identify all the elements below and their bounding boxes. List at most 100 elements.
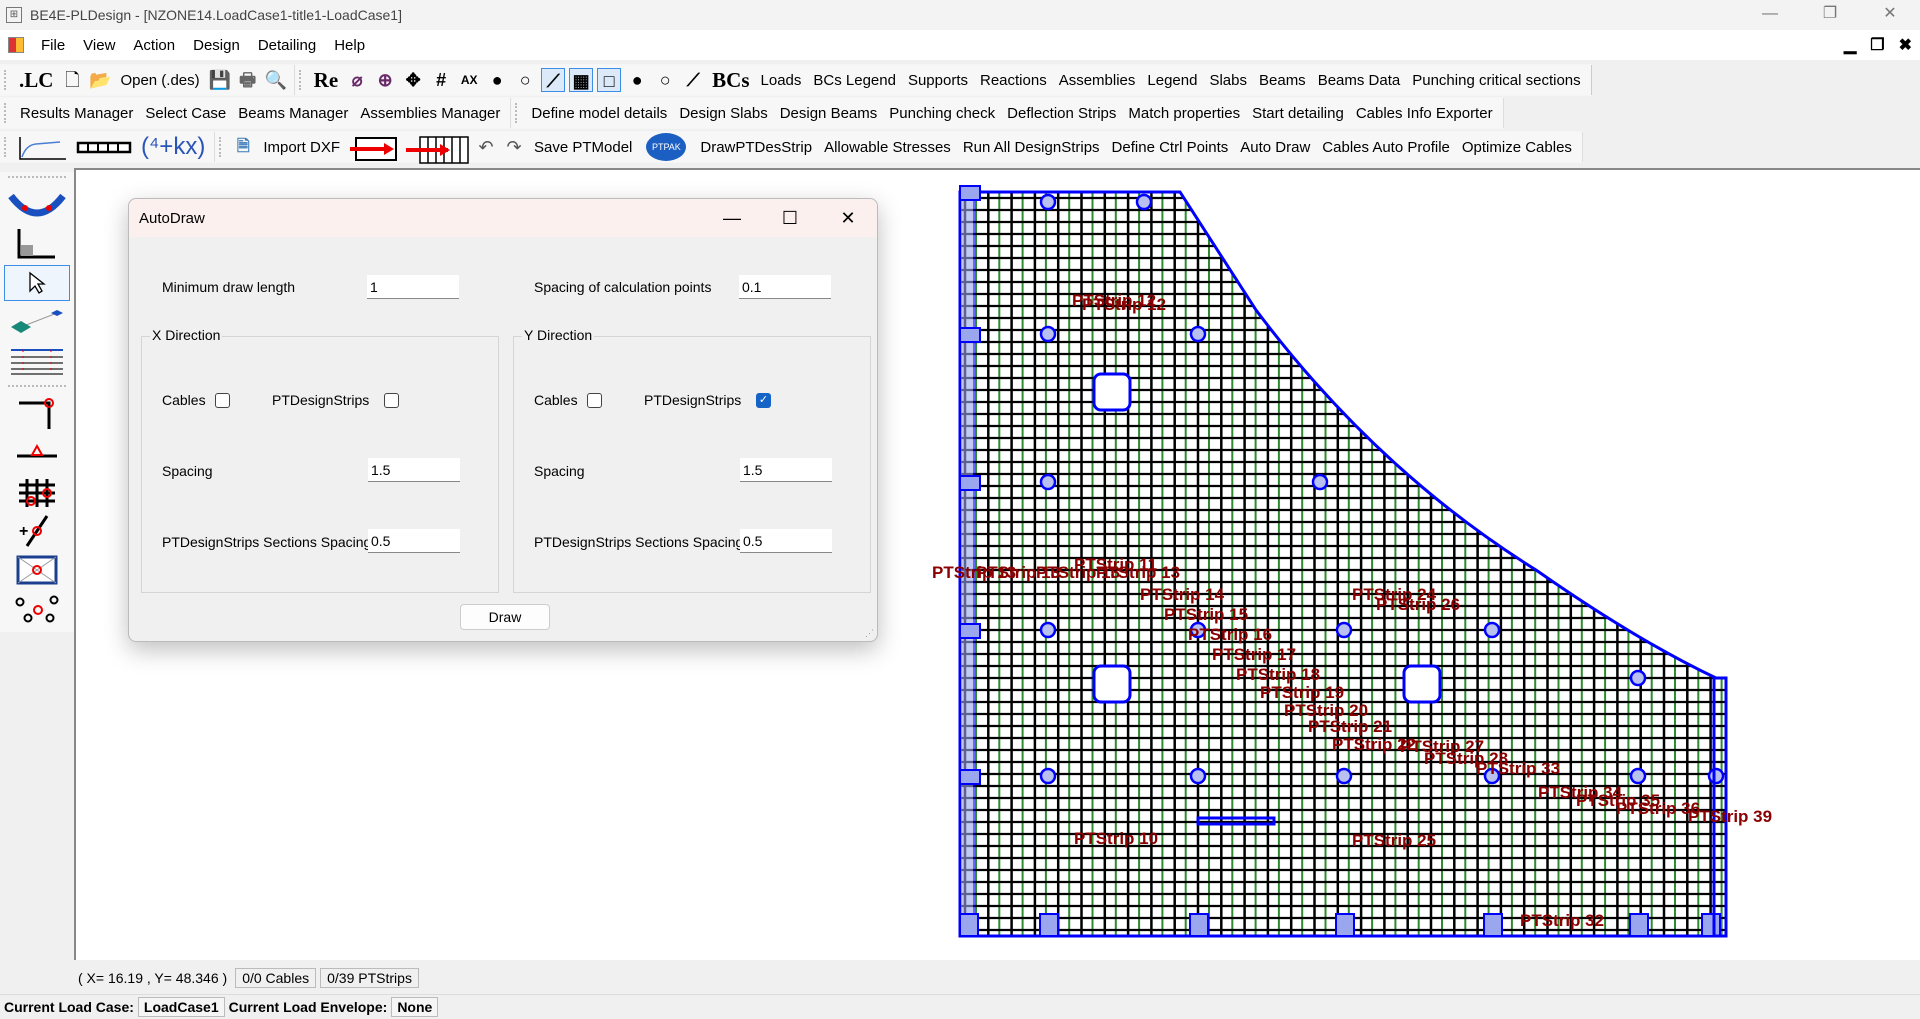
points-tool[interactable]	[4, 591, 70, 627]
close-button[interactable]: ✕	[1860, 0, 1920, 30]
slabs-button[interactable]: Slabs	[1203, 72, 1253, 89]
auto-draw-button[interactable]: Auto Draw	[1234, 139, 1316, 156]
undo-icon[interactable]: ↶	[474, 135, 498, 159]
start-detailing-button[interactable]: Start detailing	[1246, 105, 1350, 122]
import-dxf-button[interactable]: Import DXF	[257, 139, 346, 156]
mdi-minimize-button[interactable]: ▁	[1844, 35, 1856, 55]
punching-critical-sections-button[interactable]: Punching critical sections	[1406, 72, 1586, 89]
hollow-column-check-icon[interactable]: ○	[513, 68, 537, 92]
pan-icon[interactable]: ✥	[401, 68, 425, 92]
min-draw-length-input[interactable]	[367, 275, 459, 299]
results-manager-button[interactable]: Results Manager	[14, 105, 139, 122]
formula-button[interactable]: (⁴+kx)	[136, 133, 210, 161]
strips-tool[interactable]	[4, 343, 70, 379]
assemblies-manager-button[interactable]: Assemblies Manager	[354, 105, 506, 122]
zoom-extents-icon[interactable]: ⌀	[345, 68, 369, 92]
redraw-button[interactable]: Re	[309, 68, 344, 93]
grid-icon[interactable]: #	[429, 68, 453, 92]
toolbar-grip[interactable]	[4, 70, 8, 90]
x-spacing-input[interactable]	[368, 458, 460, 482]
menu-help[interactable]: Help	[325, 37, 374, 54]
opening-check-icon[interactable]: □	[597, 68, 622, 92]
x-cables-checkbox[interactable]	[215, 393, 230, 408]
wall-hash-icon[interactable]: ⟋	[681, 68, 705, 92]
strip-arrow-icon[interactable]	[348, 135, 400, 161]
slab-region-tool[interactable]	[4, 552, 70, 588]
slab-check-icon[interactable]: ▦	[569, 68, 594, 92]
toolbar-grip[interactable]	[4, 103, 8, 123]
x-strips-checkbox[interactable]	[384, 393, 399, 408]
supports-button[interactable]: Supports	[902, 72, 974, 89]
select-case-button[interactable]: Select Case	[139, 105, 232, 122]
dialog-title-bar[interactable]: AutoDraw — ☐ ✕	[129, 199, 877, 237]
link-tool[interactable]	[4, 304, 70, 340]
restore-button[interactable]: ❐	[1800, 0, 1860, 30]
beams-manager-button[interactable]: Beams Manager	[232, 105, 354, 122]
draw-button[interactable]: Draw	[460, 604, 550, 630]
resize-grip-icon[interactable]: ⋰	[865, 628, 874, 639]
dialog-close-button[interactable]: ✕	[819, 199, 877, 237]
bcs-legend-button[interactable]: BCs Legend	[807, 72, 902, 89]
design-slabs-button[interactable]: Design Slabs	[673, 105, 773, 122]
design-beams-button[interactable]: Design Beams	[774, 105, 884, 122]
zoom-in-icon[interactable]: ⊕	[373, 68, 397, 92]
zoom-window-icon[interactable]: 🔍	[264, 68, 288, 92]
save-icon[interactable]: 💾	[208, 68, 232, 92]
dxf-file-icon[interactable]: 🗎	[231, 135, 255, 159]
filled-column-check-icon[interactable]: ●	[485, 68, 509, 92]
assemblies-button[interactable]: Assemblies	[1053, 72, 1142, 89]
run-all-designstrips-button[interactable]: Run All DesignStrips	[957, 139, 1106, 156]
cables-auto-profile-button[interactable]: Cables Auto Profile	[1316, 139, 1456, 156]
open-des-button[interactable]: Open (.des)	[114, 72, 205, 89]
optimize-cables-button[interactable]: Optimize Cables	[1456, 139, 1578, 156]
lc-button[interactable]: .LC	[14, 68, 58, 93]
toolbar-grip[interactable]	[515, 103, 519, 123]
draw-ptdesstrip-button[interactable]: DrawPTDesStrip	[694, 139, 818, 156]
menu-action[interactable]: Action	[124, 37, 184, 54]
define-model-details-button[interactable]: Define model details	[525, 105, 673, 122]
menu-file[interactable]: File	[32, 37, 74, 54]
strip-sections-arrow-icon[interactable]	[404, 135, 470, 164]
section-tool[interactable]	[4, 226, 70, 262]
beams-button[interactable]: Beams	[1253, 72, 1312, 89]
print-icon[interactable]: 🖶	[236, 68, 260, 92]
dialog-maximize-button[interactable]: ☐	[761, 199, 819, 237]
bcs-button[interactable]: BCs	[707, 68, 754, 93]
define-ctrl-points-button[interactable]: Define Ctrl Points	[1106, 139, 1235, 156]
loads-button[interactable]: Loads	[755, 72, 808, 89]
allowable-stresses-button[interactable]: Allowable Stresses	[818, 139, 957, 156]
toolbar-grip[interactable]	[298, 70, 303, 90]
mdi-close-button[interactable]: ✖	[1899, 35, 1912, 55]
reactions-button[interactable]: Reactions	[974, 72, 1053, 89]
open-folder-icon[interactable]: 📂	[88, 68, 112, 92]
cables-info-exporter-button[interactable]: Cables Info Exporter	[1350, 105, 1499, 122]
y-cables-checkbox[interactable]	[587, 393, 602, 408]
menu-detailing[interactable]: Detailing	[249, 37, 325, 54]
cable-tool[interactable]	[4, 187, 70, 223]
deflection-strips-button[interactable]: Deflection Strips	[1001, 105, 1122, 122]
y-strips-checkbox[interactable]: ✓	[756, 393, 771, 408]
support-tool[interactable]	[4, 435, 70, 471]
save-ptmodel-button[interactable]: Save PTModel	[528, 139, 638, 156]
redo-icon[interactable]: ↷	[502, 135, 526, 159]
ptpak-button[interactable]: PTPAK	[646, 133, 687, 161]
grid-column-tool[interactable]	[4, 474, 70, 510]
axes-icon[interactable]: AX	[457, 68, 481, 92]
toolbar-grip[interactable]	[219, 137, 223, 157]
curve-graph-icon[interactable]	[16, 135, 70, 160]
load-case-value[interactable]: LoadCase1	[137, 997, 225, 1017]
mdi-child-icon[interactable]	[8, 37, 24, 53]
toolbar-grip[interactable]	[4, 137, 8, 157]
new-file-icon[interactable]: 🗋	[60, 68, 84, 92]
load-envelope-value[interactable]: None	[391, 997, 439, 1017]
punching-check-button[interactable]: Punching check	[883, 105, 1001, 122]
add-point-tool[interactable]: +	[4, 513, 70, 549]
calc-spacing-input[interactable]	[739, 275, 831, 299]
dialog-minimize-button[interactable]: —	[703, 199, 761, 237]
beams-data-button[interactable]: Beams Data	[1312, 72, 1407, 89]
hollow-column-hash-icon[interactable]: ○	[653, 68, 677, 92]
menu-design[interactable]: Design	[184, 37, 249, 54]
x-sections-spacing-input[interactable]	[368, 529, 460, 553]
filled-column-hash-icon[interactable]: ●	[625, 68, 649, 92]
select-tool[interactable]	[4, 265, 70, 301]
